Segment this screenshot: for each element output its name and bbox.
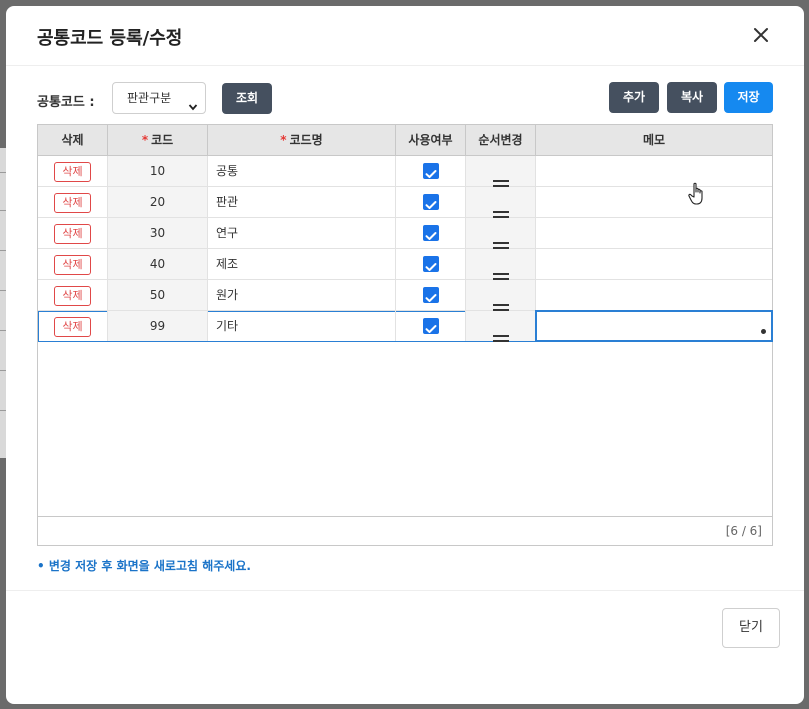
header-order: 순서변경 [466,125,536,155]
use-cell [396,311,466,341]
delete-cell: 삭제 [38,311,108,341]
check-icon [425,294,436,302]
delete-row-button[interactable]: 삭제 [54,224,91,244]
drag-handle-icon[interactable] [492,168,509,187]
name-cell[interactable]: 원가 [208,280,396,310]
order-cell [466,187,536,218]
name-cell[interactable]: 제조 [208,249,396,279]
order-cell [466,249,536,280]
close-button[interactable]: 닫기 [722,608,780,648]
common-code-select[interactable]: 판관구분 [112,82,206,114]
close-icon[interactable] [752,26,770,44]
header-delete: 삭제 [38,125,108,155]
required-mark: * [141,133,149,147]
dialog-title: 공통코드 등록/수정 [37,28,183,49]
name-cell[interactable]: 연구 [208,218,396,248]
check-icon [425,201,436,209]
table-row[interactable]: 삭제 50 원가 [38,280,772,311]
footer-divider [6,590,804,591]
search-button[interactable]: 조회 [222,83,272,114]
order-cell [466,218,536,249]
drag-handle-icon[interactable] [492,261,509,280]
resize-dot-icon [761,329,766,334]
use-cell [396,280,466,310]
table-row[interactable]: 삭제 20 판관 [38,187,772,218]
use-cell [396,218,466,248]
delete-row-button[interactable]: 삭제 [54,317,91,337]
drag-handle-icon[interactable] [492,292,509,311]
header-name[interactable]: * 코드명 [208,125,396,155]
header-memo: 메모 [642,133,666,147]
memo-cell[interactable] [535,310,773,342]
check-icon [425,263,436,271]
name-cell[interactable]: 판관 [208,187,396,217]
code-cell[interactable]: 30 [108,218,208,248]
order-cell [466,156,536,187]
common-code-dialog: 공통코드 등록/수정 공통코드 : 판관구분 조회 추가 복사 저장 삭제 * 코… [6,6,804,704]
table-row[interactable]: 삭제 10 공통 [38,156,772,187]
row-count: [6 / 6] [38,516,772,545]
delete-cell: 삭제 [38,280,108,310]
delete-cell: 삭제 [38,187,108,217]
delete-row-button[interactable]: 삭제 [54,162,91,182]
use-checkbox[interactable] [422,194,439,210]
use-checkbox[interactable] [422,256,439,272]
code-cell[interactable]: 40 [108,249,208,279]
memo-cell[interactable] [536,218,772,248]
memo-cell[interactable] [536,156,772,186]
use-cell [396,249,466,279]
delete-cell: 삭제 [38,249,108,279]
delete-row-button[interactable]: 삭제 [54,286,91,306]
memo-cell[interactable] [536,280,772,310]
save-button[interactable]: 저장 [724,82,773,113]
chevron-down-icon [188,93,198,123]
drag-handle-icon[interactable] [492,199,509,218]
table-row[interactable]: 삭제 30 연구 [38,218,772,249]
table-row[interactable]: 삭제 40 제조 [38,249,772,280]
memo-cell[interactable] [536,249,772,279]
code-cell[interactable]: 10 [108,156,208,186]
use-checkbox[interactable] [422,287,439,303]
hand-cursor-icon [688,182,706,206]
use-checkbox[interactable] [422,318,439,334]
name-cell[interactable]: 공통 [208,156,396,186]
copy-button[interactable]: 복사 [667,82,717,113]
use-cell [396,156,466,186]
use-checkbox[interactable] [422,225,439,241]
delete-cell: 삭제 [38,218,108,248]
use-cell [396,187,466,217]
drag-handle-icon[interactable] [492,323,509,342]
check-icon [425,170,436,178]
memo-cell[interactable] [536,187,772,217]
select-value: 판관구분 [127,91,172,105]
check-icon [425,325,436,333]
delete-row-button[interactable]: 삭제 [54,193,91,213]
delete-row-button[interactable]: 삭제 [54,255,91,275]
table-row[interactable]: 삭제 99 기타 [38,310,773,342]
order-cell [466,311,536,342]
code-cell[interactable]: 50 [108,280,208,310]
drag-handle-icon[interactable] [492,230,509,249]
add-button[interactable]: 추가 [609,82,659,113]
code-cell[interactable]: 20 [108,187,208,217]
header-code[interactable]: * 코드 [108,125,208,155]
notice-text: • 변경 저장 후 화면을 새로고침 해주세요. [37,559,251,573]
order-cell [466,280,536,311]
memo-edit-box[interactable] [535,310,773,342]
check-icon [425,232,436,240]
name-cell[interactable]: 기타 [208,311,396,341]
use-checkbox[interactable] [422,163,439,179]
header-use: 사용여부 [396,125,466,155]
common-code-label: 공통코드 : [37,95,95,110]
required-mark: * [280,133,287,147]
dialog-header: 공통코드 등록/수정 [6,6,804,66]
grid-header: 삭제 * 코드 * 코드명 사용여부 순서변경 메모 [38,125,772,156]
code-grid: 삭제 * 코드 * 코드명 사용여부 순서변경 메모 삭제 10 공통 삭제 20 판관 삭제 3… [37,124,773,546]
delete-cell: 삭제 [38,156,108,186]
code-cell[interactable]: 99 [108,311,208,341]
